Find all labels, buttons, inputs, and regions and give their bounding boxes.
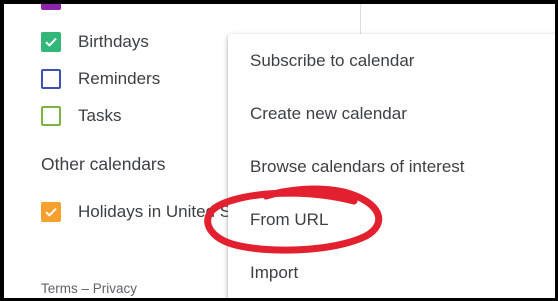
app-window: Birthdays Reminders Tasks Other calendar…	[0, 0, 558, 301]
reminders-label: Reminders	[78, 69, 161, 88]
checkmark-icon	[45, 207, 57, 217]
other-calendars-heading[interactable]: Other calendars	[41, 154, 166, 175]
menu-item-create-new[interactable]: Create new calendar	[228, 94, 555, 134]
menu-item-from-url[interactable]: From URL	[228, 200, 555, 240]
calendar-item-birthdays[interactable]: Birthdays	[41, 30, 149, 54]
menu-item-subscribe[interactable]: Subscribe to calendar	[228, 41, 555, 81]
tasks-label: Tasks	[78, 106, 122, 125]
calendar-item-tasks[interactable]: Tasks	[41, 104, 121, 128]
checkmark-icon	[45, 37, 57, 47]
birthdays-checkbox[interactable]	[41, 32, 61, 52]
menu-item-browse[interactable]: Browse calendars of interest	[228, 147, 555, 187]
footer-terms-privacy[interactable]: Terms – Privacy	[41, 281, 137, 296]
reminders-checkbox[interactable]	[41, 69, 61, 89]
calendar-item-reminders[interactable]: Reminders	[41, 67, 160, 91]
add-calendar-menu: Subscribe to calendar Create new calenda…	[228, 34, 555, 298]
holidays-checkbox[interactable]	[41, 202, 61, 222]
tasks-checkbox[interactable]	[41, 106, 61, 126]
birthdays-label: Birthdays	[78, 32, 149, 51]
menu-item-import[interactable]: Import	[228, 253, 555, 293]
checkbox-partial-calendar[interactable]	[41, 4, 61, 10]
